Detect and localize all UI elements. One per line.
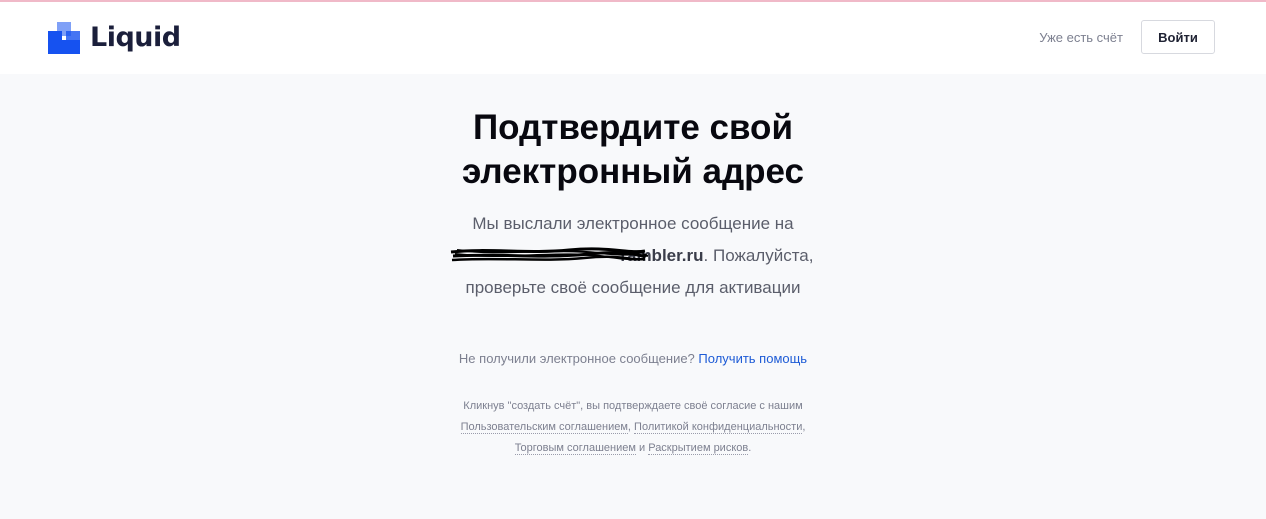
legal-period: . <box>748 442 752 454</box>
header: Liquid Уже есть счёт Войти <box>0 2 1266 74</box>
have-account-text: Уже есть счёт <box>1039 30 1123 45</box>
login-button[interactable]: Войти <box>1141 20 1215 54</box>
legal-notice: Кликнув "создать счёт", вы подтверждаете… <box>423 396 843 459</box>
user-agreement-link[interactable]: Пользовательским соглашением <box>460 421 628 434</box>
logo-text: Liquid <box>90 22 181 53</box>
title-line-2: электронный адрес <box>461 152 805 191</box>
logo[interactable]: Liquid <box>48 22 181 54</box>
get-help-link[interactable]: Получить помощь <box>698 351 807 366</box>
help-line: Не получили электронное сообщение? Получ… <box>0 350 1266 368</box>
redaction-scribble <box>450 247 648 262</box>
confirmation-message: Мы выслали электронное сообщение на xxxx… <box>413 208 853 304</box>
page-title: Подтвердите свой электронный адрес <box>423 106 843 194</box>
privacy-policy-link[interactable]: Политикой конфиденциальности <box>634 421 803 434</box>
trading-agreement-link[interactable]: Торговым соглашением <box>514 442 636 455</box>
title-line-1: Подтвердите свой <box>473 108 793 147</box>
message-before: Мы выслали электронное сообщение на <box>472 214 794 233</box>
legal-and: и <box>639 442 646 454</box>
liquid-logo-icon <box>48 22 80 54</box>
email-address: xxxxxxxxxxxxxxxx@rambler.ru <box>450 240 704 272</box>
legal-comma-2: , <box>802 421 806 433</box>
risk-disclosure-link[interactable]: Раскрытием рисков <box>648 442 749 455</box>
main-content: Подтвердите свой электронный адрес Мы вы… <box>0 74 1266 459</box>
help-question: Не получили электронное сообщение? <box>458 351 695 366</box>
legal-intro: Кликнув "создать счёт", вы подтверждаете… <box>463 400 803 412</box>
legal-comma-1: , <box>627 421 631 433</box>
